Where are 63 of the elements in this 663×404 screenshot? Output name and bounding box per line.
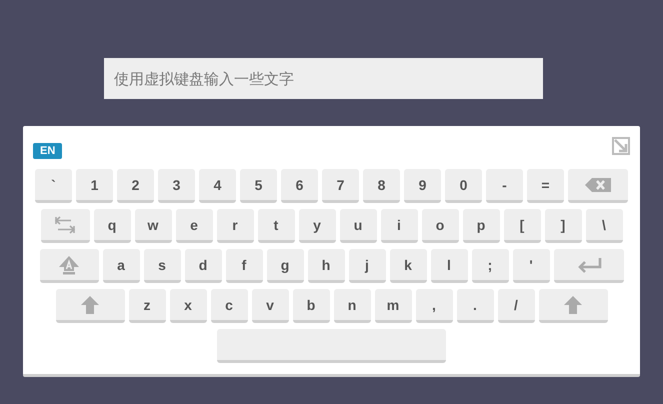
key[interactable]: v xyxy=(252,289,288,323)
key[interactable]: w xyxy=(134,209,172,243)
backspace-key[interactable] xyxy=(568,169,628,203)
key[interactable]: d xyxy=(184,249,222,283)
space-bar[interactable] xyxy=(217,329,446,363)
key[interactable]: o xyxy=(422,209,458,243)
key[interactable]: 4 xyxy=(199,169,236,203)
key[interactable]: i xyxy=(380,209,418,243)
caps-lock-icon xyxy=(58,254,80,274)
key[interactable]: p xyxy=(462,209,500,243)
key[interactable]: s xyxy=(144,249,180,283)
language-badge[interactable]: EN xyxy=(33,143,62,159)
key[interactable]: r xyxy=(216,209,254,243)
key[interactable]: ` xyxy=(35,169,72,203)
key[interactable]: x xyxy=(170,289,206,323)
enter-key[interactable] xyxy=(554,249,624,283)
key[interactable]: . xyxy=(456,289,494,323)
key[interactable]: c xyxy=(210,289,248,323)
key[interactable]: 5 xyxy=(240,169,277,203)
resize-icon[interactable] xyxy=(612,137,630,155)
key[interactable]: k xyxy=(390,249,426,283)
key[interactable]: z xyxy=(128,289,166,323)
caps-lock-key[interactable] xyxy=(40,249,98,283)
key[interactable]: m xyxy=(374,289,412,323)
key[interactable]: b xyxy=(292,289,330,323)
key[interactable]: e xyxy=(176,209,212,243)
key[interactable]: u xyxy=(340,209,376,243)
key[interactable]: 1 xyxy=(76,169,113,203)
key[interactable]: q xyxy=(94,209,130,243)
key[interactable]: g xyxy=(266,249,304,283)
enter-icon xyxy=(576,256,602,272)
key[interactable]: 6 xyxy=(281,169,318,203)
tab-icon xyxy=(55,216,75,234)
key[interactable]: t xyxy=(258,209,294,243)
key[interactable]: j xyxy=(348,249,386,283)
key[interactable]: ; xyxy=(472,249,508,283)
backspace-icon xyxy=(585,178,611,192)
key[interactable]: , xyxy=(416,289,452,323)
key[interactable]: f xyxy=(226,249,262,283)
key[interactable]: n xyxy=(334,289,370,323)
key[interactable]: h xyxy=(308,249,344,283)
tab-key[interactable] xyxy=(40,209,90,243)
key[interactable]: \ xyxy=(586,209,622,243)
key[interactable]: 8 xyxy=(363,169,400,203)
key[interactable]: = xyxy=(527,169,564,203)
key[interactable]: ] xyxy=(544,209,582,243)
shift-icon xyxy=(80,294,100,314)
key[interactable]: l xyxy=(430,249,468,283)
shift-key[interactable] xyxy=(56,289,124,323)
key[interactable]: a xyxy=(102,249,140,283)
key[interactable]: / xyxy=(498,289,534,323)
shift-icon xyxy=(563,294,583,314)
key[interactable]: - xyxy=(486,169,523,203)
key[interactable]: 2 xyxy=(117,169,154,203)
key[interactable]: [ xyxy=(504,209,540,243)
key[interactable]: 9 xyxy=(404,169,441,203)
key[interactable]: ' xyxy=(512,249,550,283)
key[interactable]: 0 xyxy=(445,169,482,203)
text-input[interactable]: 使用虚拟键盘输入一些文字 xyxy=(104,58,543,99)
key[interactable]: 3 xyxy=(158,169,195,203)
shift-key[interactable] xyxy=(538,289,608,323)
key[interactable]: 7 xyxy=(322,169,359,203)
key[interactable]: y xyxy=(298,209,336,243)
